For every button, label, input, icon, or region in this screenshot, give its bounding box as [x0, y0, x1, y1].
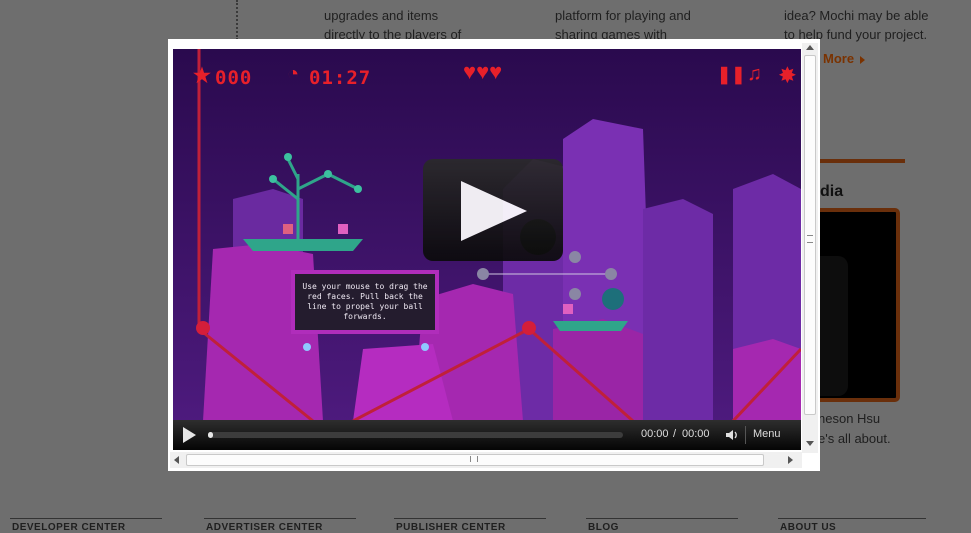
footer-link-about[interactable]: ABOUT US	[780, 522, 836, 533]
footer-rule	[778, 518, 926, 519]
clock-icon: ◔	[287, 63, 300, 85]
media-thumbnail[interactable]	[818, 208, 900, 402]
footer-rule	[586, 518, 738, 519]
big-play-button[interactable]	[423, 159, 563, 261]
more-link[interactable]: More	[823, 51, 854, 66]
duration: 00:00	[682, 428, 710, 440]
grip-icon	[470, 456, 478, 462]
promo-line: upgrades and items	[324, 8, 439, 23]
promo-line: platform for playing and	[555, 8, 691, 23]
footer-link-developer[interactable]: DEVELOPER CENTER	[12, 522, 126, 533]
score-counter: 000	[215, 67, 253, 89]
footer-link-publisher[interactable]: PUBLISHER CENTER	[396, 522, 506, 533]
pause-icon[interactable]: ❚❚	[717, 65, 746, 85]
game-timer: 01:27	[309, 67, 372, 89]
promo-line: idea? Mochi may be able	[784, 8, 929, 23]
footer-link-advertiser[interactable]: ADVERTISER CENTER	[206, 522, 323, 533]
video-player[interactable]: ★ 000 ◔ 01:27 ♥♥♥ ❚❚ ♫ ✸ Use your mouse …	[173, 49, 801, 450]
play-pause-button[interactable]	[183, 427, 196, 443]
seek-progress	[208, 432, 213, 438]
lives-hearts: ♥♥♥	[463, 59, 503, 84]
footer-rule	[204, 518, 356, 519]
scroll-down-icon[interactable]	[806, 441, 814, 446]
grip-icon	[807, 235, 813, 243]
arrow-right-icon	[860, 56, 865, 64]
scroll-up-icon[interactable]	[806, 45, 814, 50]
player-controls: 00:00 / 00:00 Menu	[173, 420, 801, 450]
tutorial-tooltip: Use your mouse to drag the red faces. Pu…	[291, 270, 439, 334]
footer-link-blog[interactable]: BLOG	[588, 522, 619, 533]
author-name: neson Hsu	[818, 411, 881, 426]
horizontal-scrollbar[interactable]	[170, 452, 802, 468]
seek-bar[interactable]	[208, 432, 623, 438]
control-separator	[745, 426, 746, 444]
star-icon: ★	[193, 65, 211, 87]
scroll-left-icon[interactable]	[174, 456, 179, 464]
section-rule	[820, 159, 905, 163]
section-heading: dia	[820, 183, 844, 200]
play-icon	[461, 181, 527, 241]
current-time: 00:00	[641, 428, 669, 440]
music-icon[interactable]: ♫	[747, 63, 762, 86]
time-separator: /	[673, 428, 677, 440]
scroll-right-icon[interactable]	[788, 456, 793, 464]
menu-button[interactable]: Menu	[753, 428, 781, 440]
video-modal: ★ 000 ◔ 01:27 ♥♥♥ ❚❚ ♫ ✸ Use your mouse …	[168, 39, 820, 471]
footer-rule	[10, 518, 162, 519]
settings-icon[interactable]: ✸	[779, 63, 796, 88]
column-divider	[236, 0, 238, 40]
footer-rule	[394, 518, 546, 519]
volume-icon[interactable]	[725, 428, 739, 442]
vertical-scrollbar[interactable]	[802, 43, 818, 453]
author-description: e's all about.	[818, 431, 891, 446]
